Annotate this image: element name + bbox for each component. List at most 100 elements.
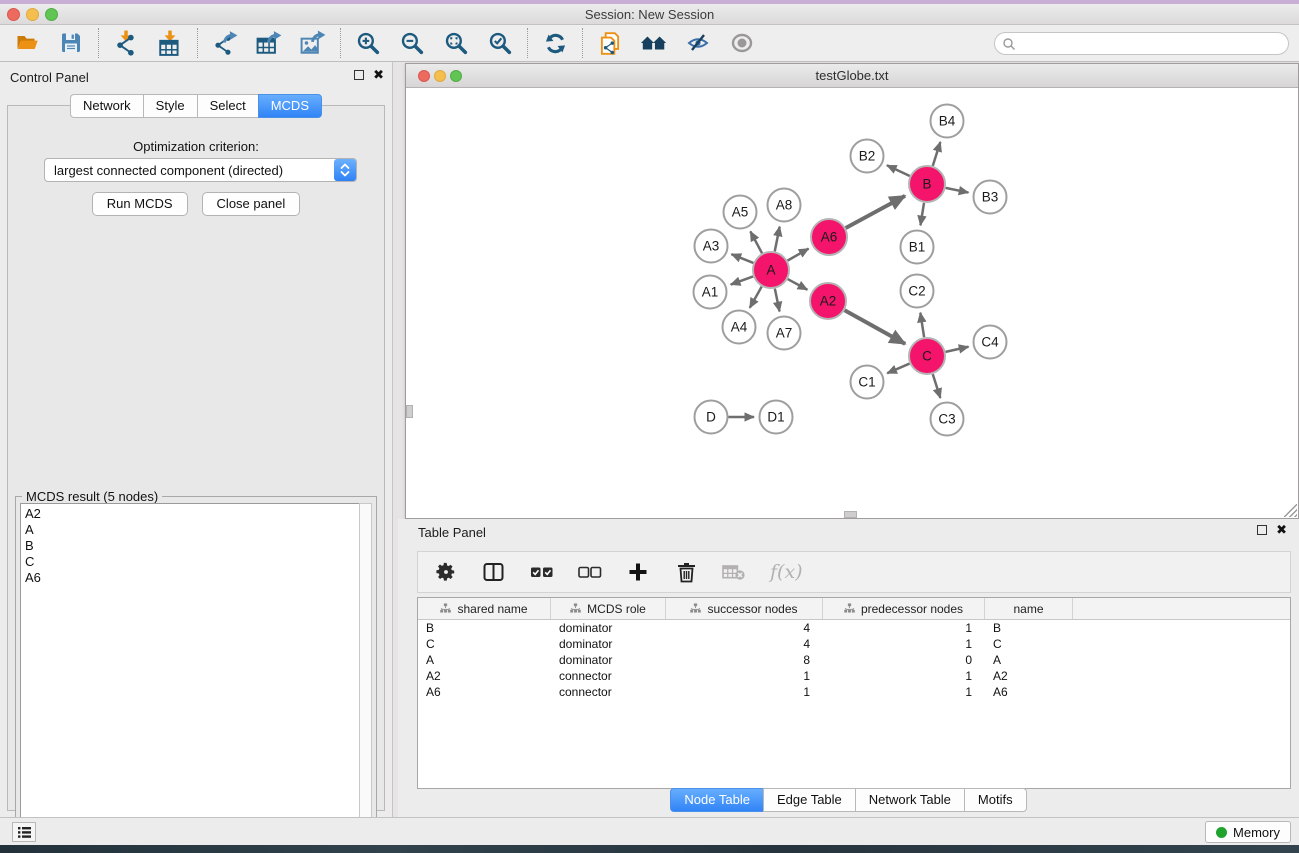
node-A3[interactable]: A3 (695, 230, 728, 263)
cell-shared-name[interactable]: B (418, 621, 551, 635)
cell-name[interactable]: B (985, 621, 1073, 635)
tab-select[interactable]: Select (197, 94, 258, 118)
cell-name[interactable]: A6 (985, 685, 1073, 699)
cell-name[interactable]: C (985, 637, 1073, 651)
edge-C-C2[interactable] (920, 313, 924, 337)
cell-MCDS-role[interactable]: dominator (551, 653, 666, 667)
node-A[interactable]: A (753, 252, 789, 288)
close-panel-button[interactable]: Close panel (202, 192, 301, 216)
run-mcds-button[interactable]: Run MCDS (92, 192, 188, 216)
edge-A-A2[interactable] (788, 279, 808, 290)
export-image-icon[interactable] (299, 29, 327, 57)
edge-A-A5[interactable] (750, 231, 762, 253)
edge-B-B1[interactable] (920, 203, 924, 226)
node-C[interactable]: C (909, 338, 945, 374)
edge-B-B3[interactable] (946, 188, 969, 193)
table-row[interactable]: A2connector11A2 (418, 668, 1290, 684)
cell-name[interactable]: A (985, 653, 1073, 667)
node-B1[interactable]: B1 (901, 231, 934, 264)
column-header-predecessor-nodes[interactable]: predecessor nodes (823, 598, 985, 619)
mcds-result-list[interactable]: A2ABCA6 (20, 503, 359, 837)
column-header-name[interactable]: name (985, 598, 1073, 619)
node-B3[interactable]: B3 (974, 181, 1007, 214)
show-panels-button[interactable] (12, 822, 36, 842)
node-A1[interactable]: A1 (694, 276, 727, 309)
edge-A-A6[interactable] (788, 249, 809, 261)
cell-MCDS-role[interactable]: connector (551, 685, 666, 699)
node-C1[interactable]: C1 (851, 366, 884, 399)
edge-A-A3[interactable] (731, 254, 753, 263)
node-C2[interactable]: C2 (901, 275, 934, 308)
import-network-icon[interactable] (112, 29, 140, 57)
network-graph[interactable]: B4B2BB3A8A5A6A3B1AC2A1A2A4A7C4CC1C3DD1 (406, 88, 1297, 518)
edge-A-A1[interactable] (731, 276, 753, 284)
cell-successor-nodes[interactable]: 4 (666, 621, 823, 635)
tab-style[interactable]: Style (143, 94, 197, 118)
edge-C-C4[interactable] (946, 347, 969, 352)
edge-B-B2[interactable] (887, 165, 910, 176)
close-table-panel-icon[interactable]: ✖ (1276, 525, 1287, 535)
column-header-shared-name[interactable]: shared name (418, 598, 551, 619)
delete-column-icon[interactable] (674, 560, 698, 584)
edge-B-B4[interactable] (933, 142, 941, 166)
cell-successor-nodes[interactable]: 4 (666, 637, 823, 651)
zoom-selected-icon[interactable] (486, 29, 514, 57)
node-A5[interactable]: A5 (724, 196, 757, 229)
close-panel-icon[interactable]: ✖ (373, 70, 384, 80)
search-input[interactable] (1016, 35, 1288, 53)
cell-predecessor-nodes[interactable]: 1 (823, 637, 985, 651)
float-panel-icon[interactable] (354, 70, 364, 80)
hide-selection-icon[interactable] (684, 29, 712, 57)
table-row[interactable]: Cdominator41C (418, 636, 1290, 652)
cell-shared-name[interactable]: A2 (418, 669, 551, 683)
result-scrollbar[interactable] (359, 503, 372, 837)
node-A4[interactable]: A4 (723, 311, 756, 344)
memory-button[interactable]: Memory (1205, 821, 1291, 843)
cell-successor-nodes[interactable]: 1 (666, 669, 823, 683)
cell-predecessor-nodes[interactable]: 0 (823, 653, 985, 667)
save-session-icon[interactable] (57, 29, 85, 57)
edge-A-A7[interactable] (775, 289, 780, 312)
cell-predecessor-nodes[interactable]: 1 (823, 685, 985, 699)
zoom-in-icon[interactable] (354, 29, 382, 57)
edge-A-A4[interactable] (750, 287, 762, 308)
select-all-columns-icon[interactable] (530, 560, 554, 584)
cell-predecessor-nodes[interactable]: 1 (823, 621, 985, 635)
cell-predecessor-nodes[interactable]: 1 (823, 669, 985, 683)
result-item[interactable]: A6 (25, 570, 359, 586)
node-C4[interactable]: C4 (974, 326, 1007, 359)
node-A6[interactable]: A6 (811, 219, 847, 255)
column-header-MCDS-role[interactable]: MCDS role (551, 598, 666, 619)
edge-A-A8[interactable] (775, 227, 780, 252)
add-column-icon[interactable] (626, 560, 650, 584)
zoom-out-icon[interactable] (398, 29, 426, 57)
cell-successor-nodes[interactable]: 1 (666, 685, 823, 699)
node-D[interactable]: D (695, 401, 728, 434)
zoom-fit-icon[interactable] (442, 29, 470, 57)
node-B4[interactable]: B4 (931, 105, 964, 138)
result-item[interactable]: C (25, 554, 359, 570)
network-canvas[interactable]: B4B2BB3A8A5A6A3B1AC2A1A2A4A7C4CC1C3DD1 (406, 88, 1297, 518)
open-file-icon[interactable] (13, 29, 41, 57)
unselect-all-columns-icon[interactable] (578, 560, 602, 584)
node-B[interactable]: B (909, 166, 945, 202)
tab-node-table[interactable]: Node Table (670, 788, 763, 812)
show-all-icon[interactable] (728, 29, 756, 57)
node-C3[interactable]: C3 (931, 403, 964, 436)
node-D1[interactable]: D1 (760, 401, 793, 434)
float-table-panel-icon[interactable] (1257, 525, 1267, 535)
horizontal-scrollbar-stub[interactable] (844, 511, 857, 518)
tab-motifs[interactable]: Motifs (964, 788, 1027, 812)
vertical-scrollbar-stub[interactable] (406, 405, 413, 418)
export-table-icon[interactable] (255, 29, 283, 57)
table-row[interactable]: Bdominator41B (418, 620, 1290, 636)
edge-A2-C[interactable] (845, 310, 906, 344)
cell-MCDS-role[interactable]: dominator (551, 637, 666, 651)
cell-successor-nodes[interactable]: 8 (666, 653, 823, 667)
node-A2[interactable]: A2 (810, 283, 846, 319)
tab-network-table[interactable]: Network Table (855, 788, 964, 812)
cell-MCDS-role[interactable]: dominator (551, 621, 666, 635)
cell-shared-name[interactable]: C (418, 637, 551, 651)
node-A7[interactable]: A7 (768, 317, 801, 350)
column-browser-icon[interactable] (482, 560, 506, 584)
